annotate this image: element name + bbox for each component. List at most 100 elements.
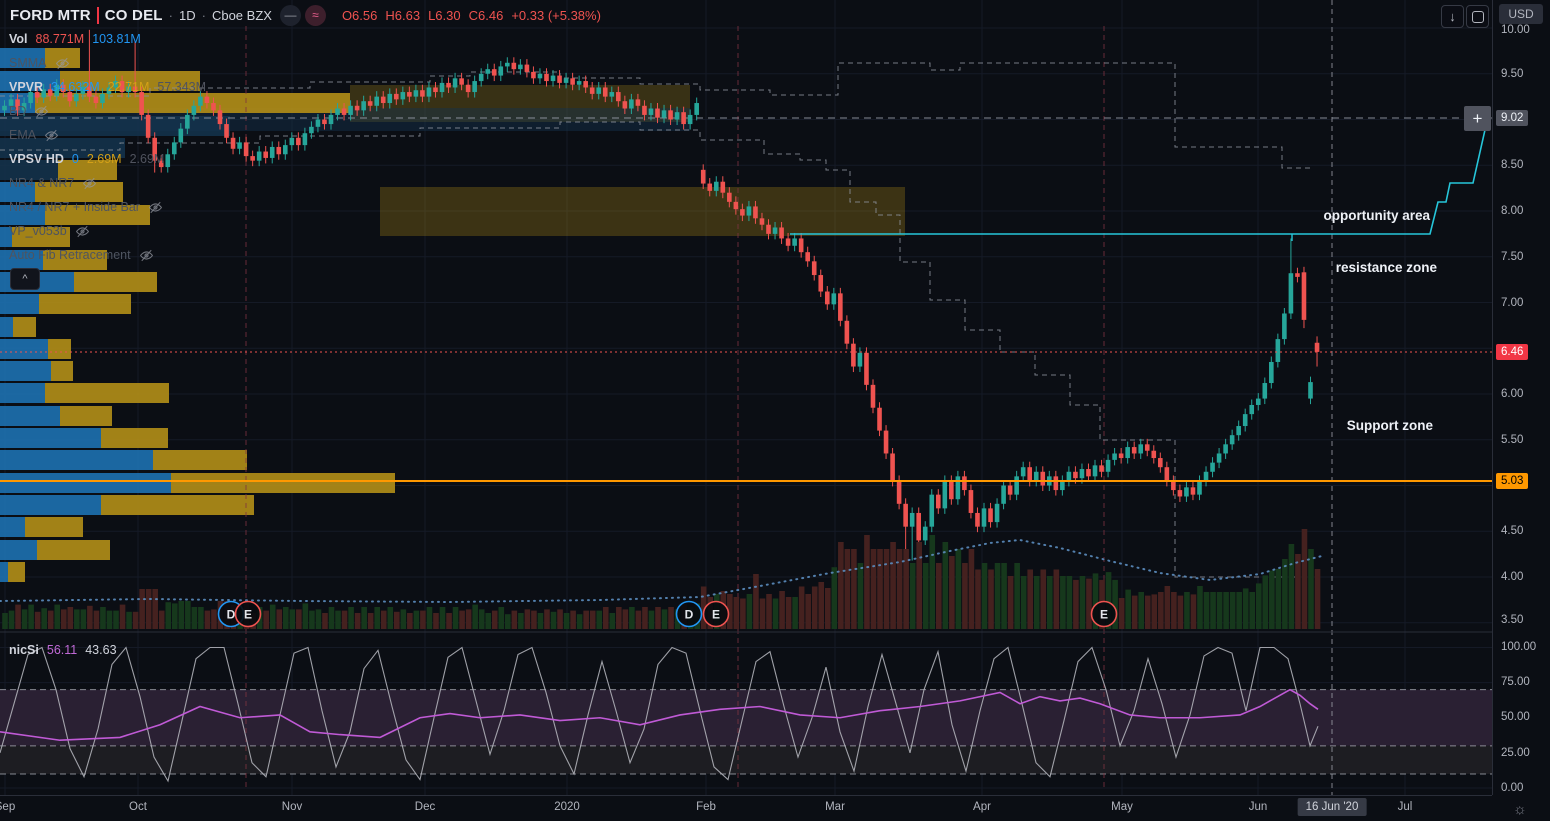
price-label-5.03[interactable]: 5.03: [1496, 473, 1529, 489]
legend-value: 2.69M: [86, 152, 122, 166]
candle-body: [740, 209, 745, 216]
candle-body: [1033, 471, 1039, 481]
candle-body: [1027, 467, 1033, 481]
eye-hidden-icon[interactable]: [139, 249, 154, 262]
legend-row-smma[interactable]: SMMA: [9, 53, 70, 73]
legend-row-vpsv-hd[interactable]: VPSV HD 0 2.69M 2.69M: [9, 149, 164, 169]
legend-row-nr4-nr7[interactable]: NR4 & NR7: [9, 173, 97, 193]
volume-bar: [361, 607, 367, 629]
volume-bar: [1282, 559, 1288, 629]
price-label-6.46[interactable]: 6.46: [1496, 344, 1529, 360]
candle-body: [1203, 471, 1209, 481]
volume-bar: [113, 610, 119, 629]
legend-row-vp-v053b[interactable]: VP_v053b: [9, 221, 90, 241]
eye-hidden-icon[interactable]: [75, 225, 90, 238]
legend-row-vpvr[interactable]: VPVR 34.632M 22.71M 57.343M: [9, 77, 206, 97]
interval-label[interactable]: 1D: [179, 8, 196, 23]
scroll-to-recent-button[interactable]: ↓: [1441, 5, 1464, 28]
candle-body: [1007, 485, 1013, 495]
close-value: C6.46: [468, 7, 504, 23]
candle-body: [1079, 469, 1085, 479]
candle-body: [949, 480, 954, 500]
annotation-resistance-zone[interactable]: resistance zone: [1336, 260, 1437, 275]
volume-bar: [1086, 578, 1092, 629]
volume-bar: [178, 601, 185, 629]
annotation-opportunity-area[interactable]: opportunity area: [1323, 208, 1430, 223]
candle-body: [1105, 459, 1111, 472]
volume-bar: [622, 609, 629, 629]
annotation-support-zone[interactable]: Support zone: [1347, 418, 1433, 433]
eye-hidden-icon[interactable]: [82, 177, 97, 190]
profile-bar-olive: [74, 272, 157, 292]
change-value: +0.33 (+5.38%): [511, 7, 601, 23]
candle-body: [811, 261, 817, 276]
candle-body: [518, 64, 523, 70]
candle-body: [733, 201, 739, 210]
candle-body: [171, 142, 177, 155]
eye-hidden-icon[interactable]: [44, 129, 59, 142]
volume-bar: [805, 594, 811, 629]
time-axis[interactable]: Sep Oct Nov Dec 2020 Feb Mar Apr May Jun Jul 16 Jun…: [0, 795, 1492, 821]
candle-body: [981, 508, 987, 527]
volume-bar: [505, 614, 511, 629]
crosshair-plus-marker[interactable]: +: [1464, 106, 1491, 131]
candle-body: [237, 142, 242, 149]
candle-body: [1275, 339, 1281, 362]
candle-body: [824, 291, 830, 305]
maximize-pane-button[interactable]: [1466, 5, 1489, 28]
volume-bar: [322, 613, 328, 629]
candle-body: [1262, 383, 1268, 399]
legend-row-nr4-nr7-inside-bar[interactable]: NR4 / NR7 + Inside Bar: [9, 197, 163, 217]
eye-hidden-icon[interactable]: [148, 201, 163, 214]
chart-canvas[interactable]: DEDEE: [0, 0, 1492, 795]
legend-value: 2.69M: [129, 152, 165, 166]
volume-bar: [145, 589, 152, 629]
selected-date-label[interactable]: 16 Jun '20: [1297, 798, 1367, 816]
candle-body: [1282, 313, 1287, 340]
candle-body: [478, 73, 484, 82]
price-tick: 25.00: [1501, 747, 1530, 759]
candle-body: [844, 320, 850, 344]
eye-hidden-icon[interactable]: [55, 57, 70, 70]
volume-bar: [426, 607, 433, 629]
wave-indicator-icon[interactable]: ≈: [304, 4, 326, 26]
candle-body: [1053, 476, 1059, 491]
symbol-name-left[interactable]: FORD MTR: [10, 7, 91, 24]
candle-body: [596, 87, 602, 94]
collapse-legend-button[interactable]: ^: [10, 268, 40, 290]
legend-label: VPSV HD: [9, 152, 64, 166]
candle-body: [243, 142, 249, 157]
price-tick: 3.50: [1501, 614, 1524, 626]
theme-sun-icon[interactable]: ☼: [1513, 801, 1527, 818]
candle-body: [465, 84, 471, 93]
legend-row-ema[interactable]: EMA: [9, 125, 59, 145]
candle-body: [655, 108, 660, 118]
volume-bar: [798, 586, 805, 629]
oscillator-legend-row[interactable]: nicSi 56.11 43.63: [9, 640, 117, 660]
legend-row-vol[interactable]: Vol 88.771M 103.81M: [9, 29, 141, 49]
exchange-label[interactable]: Cboe BZX: [212, 8, 272, 23]
volume-bar: [1295, 554, 1301, 629]
candle-body: [1269, 361, 1274, 384]
volume-bar: [459, 610, 465, 629]
candle-body: [557, 75, 562, 83]
price-label-9.02[interactable]: 9.02: [1496, 110, 1529, 126]
volume-bar: [648, 610, 655, 629]
volume-bar: [766, 594, 772, 629]
candle-body: [511, 62, 517, 70]
currency-button[interactable]: USD: [1499, 4, 1543, 24]
candle-body: [302, 133, 308, 146]
legend-row-bd[interactable]: BD: [9, 101, 49, 121]
candle-body: [929, 494, 935, 527]
eye-hidden-icon[interactable]: [34, 105, 49, 118]
candle-body: [250, 156, 255, 161]
volume-bar: [511, 610, 518, 629]
candle-body: [674, 112, 680, 120]
profile-bar-olive: [171, 473, 395, 493]
price-tick: 10.00: [1501, 24, 1530, 36]
minimize-legend-icon[interactable]: —: [279, 4, 301, 26]
price-axis[interactable]: USD ☼ 10.00 9.50 8.50 8.00 7.50 7.00 6.00 5.50 4…: [1492, 0, 1550, 818]
candle-body: [420, 90, 425, 97]
legend-row-auto-fib-retracement[interactable]: Auto Fib Retracement: [9, 245, 154, 265]
symbol-name-right[interactable]: CO DEL: [105, 7, 163, 24]
